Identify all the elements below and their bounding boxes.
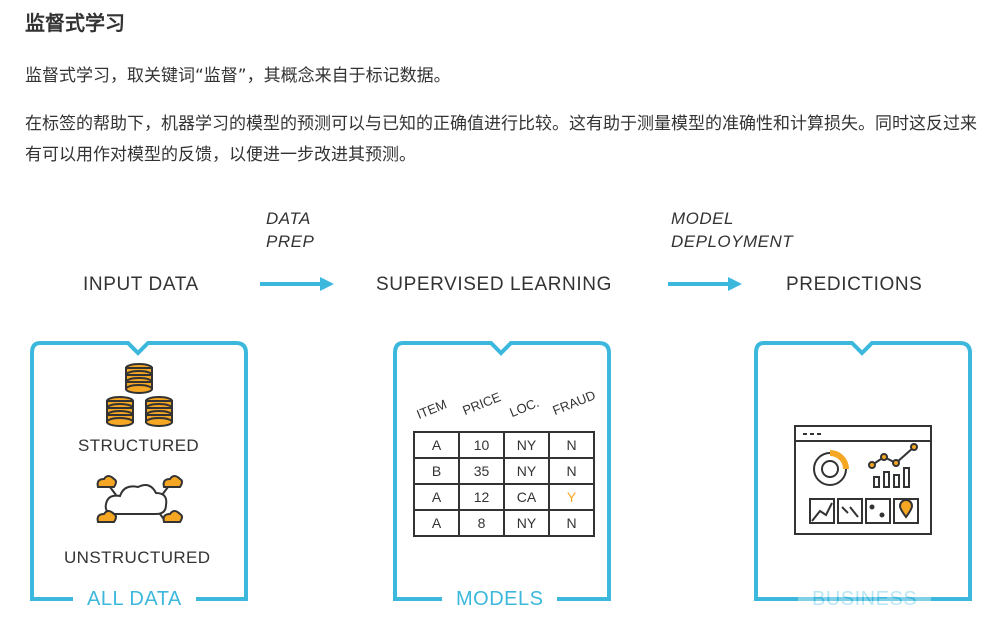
table-cell: A [413,431,460,459]
table-row: A 8 NY N [413,509,595,537]
paragraph-intro: 监督式学习，取关键词“监督”，其概念来自于标记数据。 [25,66,451,86]
arrow-icon [260,277,334,291]
table-cell: NY [503,509,550,537]
section-heading: 监督式学习 [25,11,125,35]
table-cell: 8 [458,509,505,537]
table-cell: 10 [458,431,505,459]
card-title-models: MODELS [442,588,558,611]
table-row: B 35 NY N [413,457,595,485]
supervised-learning-diagram: DATA PREP MODEL DEPLOYMENT INPUT DATA SU… [0,195,1007,633]
card-title-all-data: ALL DATA [73,588,196,611]
fraud-data-table: A 10 NY N B 35 NY N A 12 CA Y A 8 NY N [413,431,595,537]
dashboard-icon [794,425,932,535]
table-cell-highlight: Y [548,483,595,511]
table-cell: B [413,457,460,485]
database-icon [106,363,173,427]
table-row: A 12 CA Y [413,483,595,511]
table-cell: N [548,431,595,459]
table-cell: CA [503,483,550,511]
table-cell: N [548,457,595,485]
arrow-icon [668,277,742,291]
table-row: A 10 NY N [413,431,595,459]
card-title-business: BUSINESS [798,588,932,611]
cloud-network-icon [96,475,183,523]
structured-label: STRUCTURED [78,436,200,455]
table-cell: NY [503,431,550,459]
table-cell: A [413,509,460,537]
table-cell: N [548,509,595,537]
unstructured-label: UNSTRUCTURED [64,548,211,567]
paragraph-detail: 在标签的帮助下，机器学习的模型的预测可以与已知的正确值进行比较。这有助于测量模型… [25,114,977,165]
article: 监督式学习 监督式学习，取关键词“监督”，其概念来自于标记数据。 在标签的帮助下… [25,8,985,165]
table-cell: 35 [458,457,505,485]
table-cell: A [413,483,460,511]
table-cell: NY [503,457,550,485]
table-cell: 12 [458,483,505,511]
